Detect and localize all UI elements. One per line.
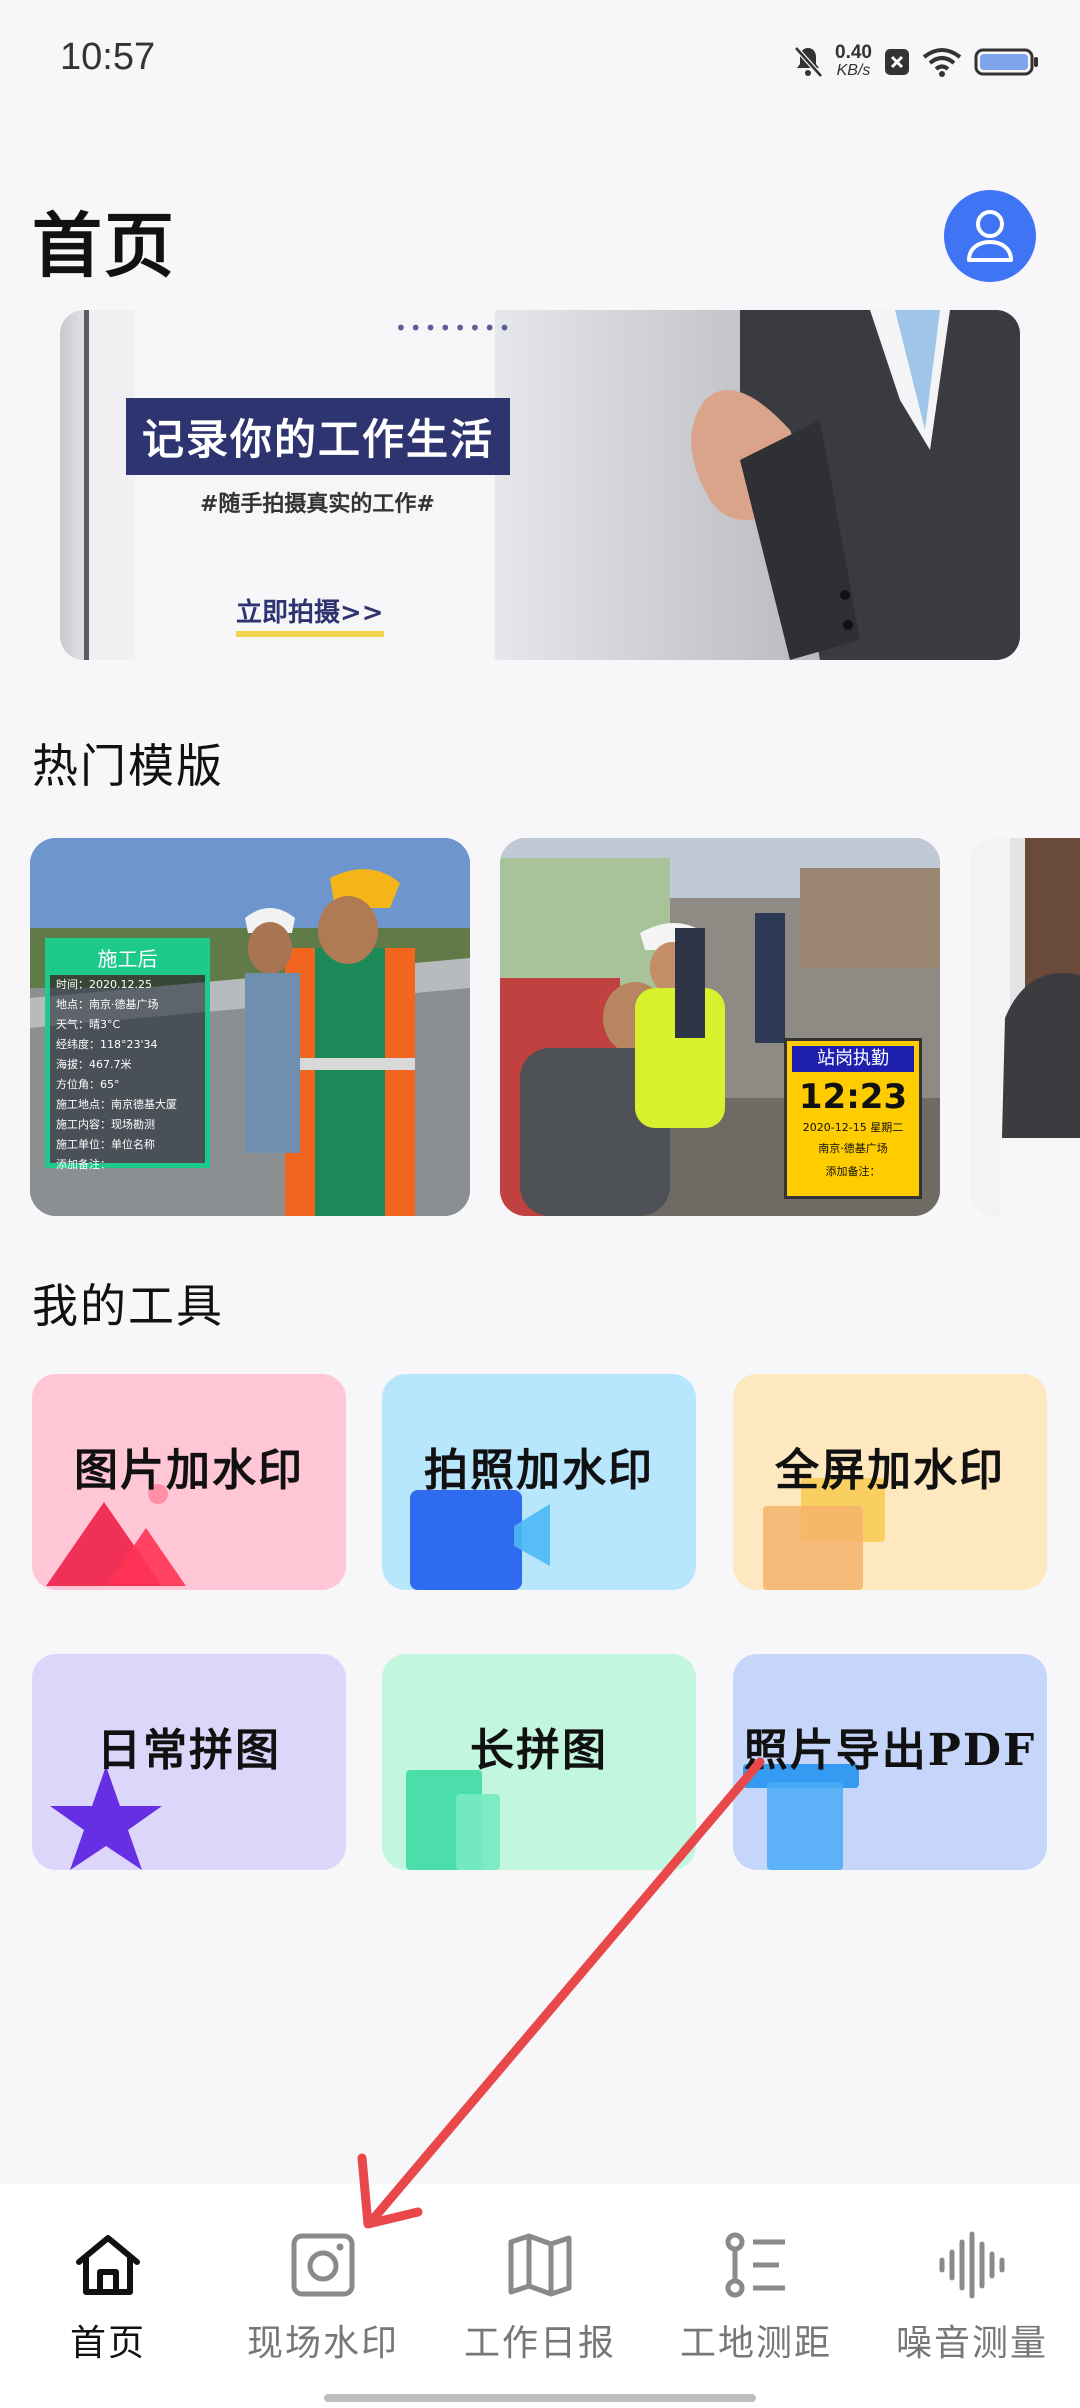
tool-label: 日常拼图 xyxy=(97,1725,281,1776)
watermark-note: 添加备注： xyxy=(825,1165,881,1178)
net-speed-value: 0.40 xyxy=(835,42,872,63)
camera-icon xyxy=(291,2233,355,2297)
sound-wave-icon xyxy=(939,2231,1005,2299)
banner-dots: •••••••• xyxy=(395,316,514,340)
tool-fullscreen-watermark[interactable]: 全屏加水印 xyxy=(733,1374,1047,1590)
profile-button[interactable] xyxy=(944,190,1036,282)
home-icon xyxy=(76,2235,140,2295)
watermark-date: 2020-12-15 星期二 xyxy=(802,1121,904,1134)
watermark-location: 南京·德基广场 xyxy=(818,1142,888,1155)
watermark-row: 时间：2020.12.25 xyxy=(56,978,152,991)
tool-export-pdf[interactable]: 照片导出PDF xyxy=(733,1654,1047,1870)
map-book-icon xyxy=(508,2233,572,2297)
ruler-list-icon xyxy=(725,2232,785,2298)
nav-site-distance[interactable]: 工地测距 xyxy=(656,2230,856,2380)
watermark-time: 12:23 xyxy=(798,1077,908,1117)
battery-icon xyxy=(974,48,1038,76)
tool-image-watermark[interactable]: 图片加水印 xyxy=(32,1374,346,1590)
tool-photo-watermark[interactable]: 拍照加水印 xyxy=(382,1374,696,1590)
video-camera-icon xyxy=(410,1490,550,1590)
banner-decoration xyxy=(60,310,89,660)
tool-label: 长拼图 xyxy=(470,1725,608,1776)
banner-headline: 记录你的工作生活 xyxy=(126,398,511,475)
wifi-icon xyxy=(922,48,962,77)
nav-label: 噪音测量 xyxy=(895,2323,1048,2364)
watermark-title: 站岗执勤 xyxy=(792,1046,914,1072)
template-card-duty[interactable]: 站岗执勤 12:23 2020-12-15 星期二 南京·德基广场 添加备注： xyxy=(500,838,940,1216)
nav-daily-report[interactable]: 工作日报 xyxy=(440,2230,640,2380)
template-card-office[interactable] xyxy=(970,838,1080,1216)
user-icon xyxy=(967,210,1013,262)
status-icons: 0.40 KB/s xyxy=(793,36,1040,88)
close-box-icon xyxy=(885,49,909,75)
watermark-row: 地点：南京·德基广场 xyxy=(56,998,159,1011)
nav-home[interactable]: 首页 xyxy=(8,2230,208,2380)
section-title-tools: 我的工具 xyxy=(32,1279,224,1333)
star-icon xyxy=(50,1766,162,1870)
watermark-row: 施工地点：南京德基大厦 xyxy=(56,1098,177,1111)
banner-subtitle: #随手拍摄真实的工作# xyxy=(200,492,435,517)
home-indicator[interactable] xyxy=(324,2394,756,2402)
pdf-export-icon xyxy=(743,1764,859,1870)
template-card-construction[interactable]: 施工后 时间：2020.12.25 地点：南京·德基广场 天气：晴3°C 经纬度… xyxy=(30,838,470,1216)
watermark-row: 天气：晴3°C xyxy=(56,1018,121,1031)
businessman-image xyxy=(691,310,1020,660)
promo-banner[interactable]: •••••••• 记录你的工作生活 #随手拍摄真实的工作# 立即拍摄>> xyxy=(60,310,1020,660)
tool-daily-collage[interactable]: 日常拼图 xyxy=(32,1654,346,1870)
tool-label: 图片加水印 xyxy=(74,1445,304,1496)
watermark-row: 施工内容：现场勘测 xyxy=(56,1118,155,1131)
nav-label: 现场水印 xyxy=(246,2323,399,2364)
section-title-templates: 热门模版 xyxy=(32,739,224,793)
watermark-row: 添加备注： xyxy=(56,1158,111,1171)
nav-noise-meter[interactable]: 噪音测量 xyxy=(872,2230,1072,2380)
status-bar: 10:57 0.40 KB/s xyxy=(0,0,1080,126)
banner-cta-link[interactable]: 立即拍摄>> xyxy=(236,592,384,637)
nav-watermark-camera[interactable]: 现场水印 xyxy=(223,2230,423,2380)
page-title: 首页 xyxy=(32,205,176,287)
watermark-row: 经纬度：118°23'34 xyxy=(56,1038,158,1051)
tool-long-collage[interactable]: 长拼图 xyxy=(382,1654,696,1870)
status-time: 10:57 xyxy=(60,36,156,78)
watermark-row: 海拔：467.7米 xyxy=(56,1058,132,1071)
template-carousel[interactable]: 施工后 时间：2020.12.25 地点：南京·德基广场 天气：晴3°C 经纬度… xyxy=(30,838,1080,1218)
watermark-title: 施工后 xyxy=(50,943,205,975)
watermark-overlay-duty: 站岗执勤 12:23 2020-12-15 星期二 南京·德基广场 添加备注： xyxy=(784,1038,922,1199)
nav-label: 工作日报 xyxy=(463,2323,616,2364)
watermark-overlay-construction: 施工后 时间：2020.12.25 地点：南京·德基广场 天气：晴3°C 经纬度… xyxy=(45,938,210,1171)
watermark-row: 施工单位：单位名称 xyxy=(56,1138,155,1151)
long-image-icon xyxy=(406,1770,500,1870)
net-speed: 0.40 KB/s xyxy=(835,42,872,80)
net-speed-unit: KB/s xyxy=(836,62,871,79)
tool-label: 拍照加水印 xyxy=(424,1445,654,1496)
watermark-row: 方位角：65° xyxy=(56,1078,120,1091)
bottom-nav: 首页 现场水印 工作日报 工地测距 噪音测量 xyxy=(0,2184,1080,2408)
nav-label: 首页 xyxy=(69,2323,146,2364)
nav-label: 工地测距 xyxy=(679,2323,832,2364)
office-photo xyxy=(970,838,1080,1216)
mute-bell-icon xyxy=(794,46,823,78)
tool-label: 全屏加水印 xyxy=(775,1445,1005,1496)
tool-label: 照片导出PDF xyxy=(743,1725,1037,1776)
